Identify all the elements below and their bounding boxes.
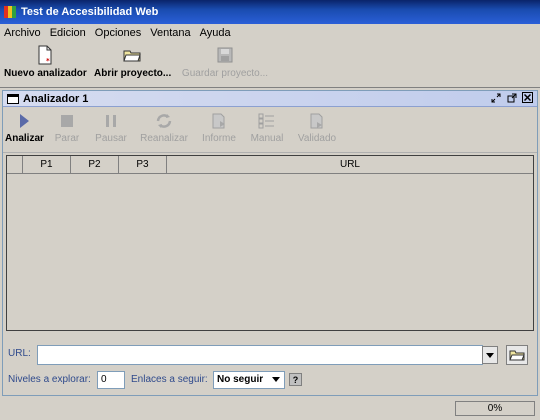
progress-text: 0%	[487, 403, 503, 414]
stop-label: Parar	[54, 133, 80, 144]
reanalyze-label: Reanalizar	[140, 133, 188, 144]
analyze-label: Analizar	[5, 133, 44, 144]
levels-input[interactable]: 0	[97, 371, 125, 389]
save-project-button[interactable]: Guardar proyecto...	[180, 42, 270, 86]
report-button[interactable]: Informe	[199, 109, 239, 144]
main-toolbar: * Nuevo analizador Abrir proyecto... Gua…	[0, 42, 540, 88]
table-header: P1 P2 P3 URL	[7, 156, 533, 174]
title-bar: Test de Accesibilidad Web	[0, 0, 540, 24]
play-icon	[20, 114, 29, 128]
analyzer-toolbar: Analizar Parar Pausar Reanalizar Informe…	[3, 107, 537, 153]
svg-text:*: *	[46, 57, 50, 65]
manual-button[interactable]: Manual	[249, 109, 285, 144]
new-document-icon: *	[38, 45, 52, 65]
analyzer-window: Analizador 1 Analizar Parar Pausar Reana…	[2, 90, 538, 396]
report-label: Informe	[202, 133, 236, 144]
column-header-p2[interactable]: P2	[71, 156, 119, 173]
column-header-select[interactable]	[7, 156, 23, 173]
pause-label: Pausar	[95, 133, 127, 144]
analyze-button[interactable]: Analizar	[5, 109, 44, 144]
menu-opciones[interactable]: Opciones	[95, 27, 141, 39]
folder-open-icon	[509, 350, 525, 361]
reanalyze-button[interactable]: Reanalizar	[139, 109, 189, 144]
url-input[interactable]	[37, 345, 483, 365]
save-disk-icon	[217, 47, 233, 63]
links-label: Enlaces a seguir:	[131, 374, 208, 385]
pause-icon	[106, 115, 116, 127]
manual-label: Manual	[250, 133, 284, 144]
checklist-icon	[258, 113, 274, 129]
refresh-icon	[156, 114, 172, 128]
stop-icon	[61, 115, 73, 127]
window-icon	[7, 93, 19, 104]
column-header-p3[interactable]: P3	[119, 156, 167, 173]
progress-bar: 0%	[455, 401, 535, 416]
analyzer-title: Analizador 1	[23, 92, 89, 105]
new-analyzer-label: Nuevo analizador	[4, 68, 87, 79]
column-header-url[interactable]: URL	[167, 156, 533, 173]
url-row: URL:	[3, 343, 537, 367]
validated-button[interactable]: Validado	[295, 109, 339, 144]
report-icon	[212, 113, 225, 129]
pause-button[interactable]: Pausar	[93, 109, 129, 144]
browse-folder-button[interactable]	[506, 345, 528, 365]
url-dropdown-button[interactable]	[482, 346, 498, 364]
window-title: Test de Accesibilidad Web	[21, 6, 159, 18]
status-bar: 0%	[0, 398, 540, 420]
maximize-icon[interactable]	[506, 92, 517, 103]
menu-edicion[interactable]: Edicion	[50, 27, 86, 39]
results-table[interactable]: P1 P2 P3 URL	[6, 155, 534, 331]
links-select-value: No seguir	[217, 374, 264, 385]
levels-label: Niveles a explorar:	[8, 374, 91, 385]
url-label: URL:	[8, 348, 31, 359]
menu-archivo[interactable]: Archivo	[4, 27, 41, 39]
save-project-label: Guardar proyecto...	[181, 68, 269, 79]
close-icon[interactable]	[522, 92, 533, 103]
links-select[interactable]: No seguir	[213, 371, 285, 389]
chevron-down-icon	[486, 352, 494, 358]
open-project-label: Abrir proyecto...	[94, 68, 172, 79]
validate-icon	[310, 113, 323, 129]
app-icon	[4, 5, 16, 19]
stop-button[interactable]: Parar	[51, 109, 83, 144]
folder-open-icon	[123, 50, 141, 62]
menu-ventana[interactable]: Ventana	[150, 27, 190, 39]
menu-bar: Archivo Edicion Opciones Ventana Ayuda	[0, 24, 540, 42]
analyzer-header: Analizador 1	[3, 91, 537, 107]
options-row: Niveles a explorar: 0 Enlaces a seguir: …	[3, 369, 537, 391]
open-project-button[interactable]: Abrir proyecto...	[94, 42, 172, 86]
validated-label: Validado	[297, 133, 337, 144]
chevron-down-icon	[272, 377, 280, 382]
column-header-p1[interactable]: P1	[23, 156, 71, 173]
menu-ayuda[interactable]: Ayuda	[200, 27, 231, 39]
restore-icon[interactable]	[490, 92, 501, 103]
new-analyzer-button[interactable]: * Nuevo analizador	[4, 42, 87, 86]
help-button[interactable]: ?	[289, 373, 302, 386]
